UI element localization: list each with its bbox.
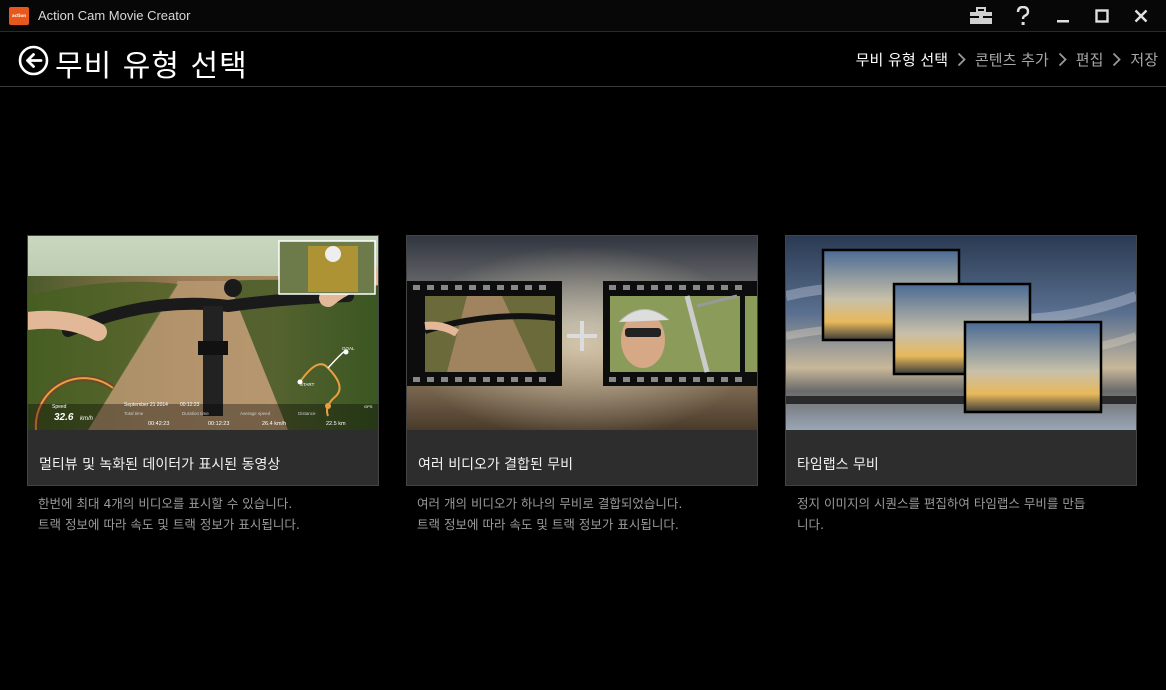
step-select-movie-type[interactable]: 무비 유형 선택 [856, 49, 948, 70]
app-logo: action [9, 7, 29, 25]
card-label: 타임랩스 무비 [797, 457, 879, 473]
help-button[interactable] [1010, 4, 1036, 28]
chevron-right-icon [1112, 52, 1122, 67]
multiview-thumbnail: Speed 32.6 km/h September 21 2014 00:12:… [28, 236, 378, 430]
movie-type-card-multiview[interactable]: Speed 32.6 km/h September 21 2014 00:12:… [27, 235, 379, 486]
description-line: 한번에 최대 4개의 비디오를 표시할 수 있습니다. [38, 496, 293, 511]
minimize-button[interactable] [1050, 4, 1076, 28]
toolbox-button[interactable] [968, 4, 994, 28]
description-line: 니다. [797, 517, 824, 532]
description-line: 여러 개의 비디오가 하나의 무비로 결합되었습니다. [417, 496, 683, 511]
step-edit[interactable]: 편집 [1076, 49, 1104, 70]
combined-thumbnail [407, 236, 757, 430]
duration: 00:12:23 [208, 421, 229, 427]
step-breadcrumb: 무비 유형 선택 콘텐츠 추가 편집 저장 [856, 49, 1158, 70]
maximize-button[interactable] [1089, 4, 1115, 28]
card-label: 여러 비디오가 결합된 무비 [418, 457, 574, 473]
app-title: Action Cam Movie Creator [38, 8, 191, 23]
duration-label: Duration time [182, 411, 209, 416]
step-add-content[interactable]: 콘텐츠 추가 [975, 49, 1049, 70]
chevron-right-icon [957, 52, 966, 67]
gps-label: GPS [364, 404, 373, 409]
close-button[interactable] [1128, 4, 1154, 28]
page-header: 무비 유형 선택 무비 유형 선택 콘텐츠 추가 편집 저장 [0, 33, 1166, 87]
maximize-icon [1095, 9, 1109, 23]
close-icon [1134, 9, 1148, 23]
description-line: 트랙 정보에 따라 속도 및 트랙 정보가 표시됩니다. [38, 517, 300, 532]
back-button[interactable] [18, 45, 49, 76]
total-time-label: Total time [124, 411, 144, 416]
description-line: 트랙 정보에 따라 속도 및 트랙 정보가 표시됩니다. [417, 517, 679, 532]
page-title: 무비 유형 선택 [55, 49, 248, 84]
overlay-date: September 21 2014 [124, 402, 168, 408]
description-line: 정지 이미지의 시퀀스를 편집하여 타임랩스 무비를 만듭 [797, 496, 1086, 511]
step-save[interactable]: 저장 [1130, 49, 1158, 70]
toolbox-icon [970, 7, 992, 24]
card-label: 멀티뷰 및 녹화된 데이터가 표시된 동영상 [39, 457, 281, 473]
speed-label: Speed [52, 404, 67, 410]
help-icon [1016, 6, 1030, 25]
start-label: START [300, 382, 315, 387]
chevron-right-icon [1058, 52, 1067, 67]
title-bar: action Action Cam Movie Creator [0, 0, 1166, 32]
card-description-timelapse: 정지 이미지의 시퀀스를 편집하여 타임랩스 무비를 만듭 니다. [797, 493, 1127, 535]
total-time: 00:42:23 [148, 421, 169, 427]
timelapse-thumbnail [786, 236, 1136, 430]
speed-unit: km/h [80, 416, 94, 422]
movie-type-card-combined[interactable]: 여러 비디오가 결합된 무비 [406, 235, 758, 486]
movie-type-card-timelapse[interactable]: 타임랩스 무비 [785, 235, 1137, 486]
card-description-combined: 여러 개의 비디오가 하나의 무비로 결합되었습니다. 트랙 정보에 따라 속도… [417, 493, 747, 535]
avg-speed: 26.4 km/h [262, 421, 286, 427]
speed-value: 32.6 [54, 412, 74, 423]
minimize-icon [1057, 20, 1069, 23]
distance: 22.5 km [326, 421, 346, 427]
overlay-clock: 00:12:23 [180, 402, 200, 408]
back-arrow-icon [18, 45, 49, 76]
avg-speed-label: Average speed [240, 411, 271, 416]
card-description-multiview: 한번에 최대 4개의 비디오를 표시할 수 있습니다. 트랙 정보에 따라 속도… [38, 493, 368, 535]
distance-label: Distance [298, 411, 316, 416]
goal-label: GOAL [342, 346, 355, 351]
